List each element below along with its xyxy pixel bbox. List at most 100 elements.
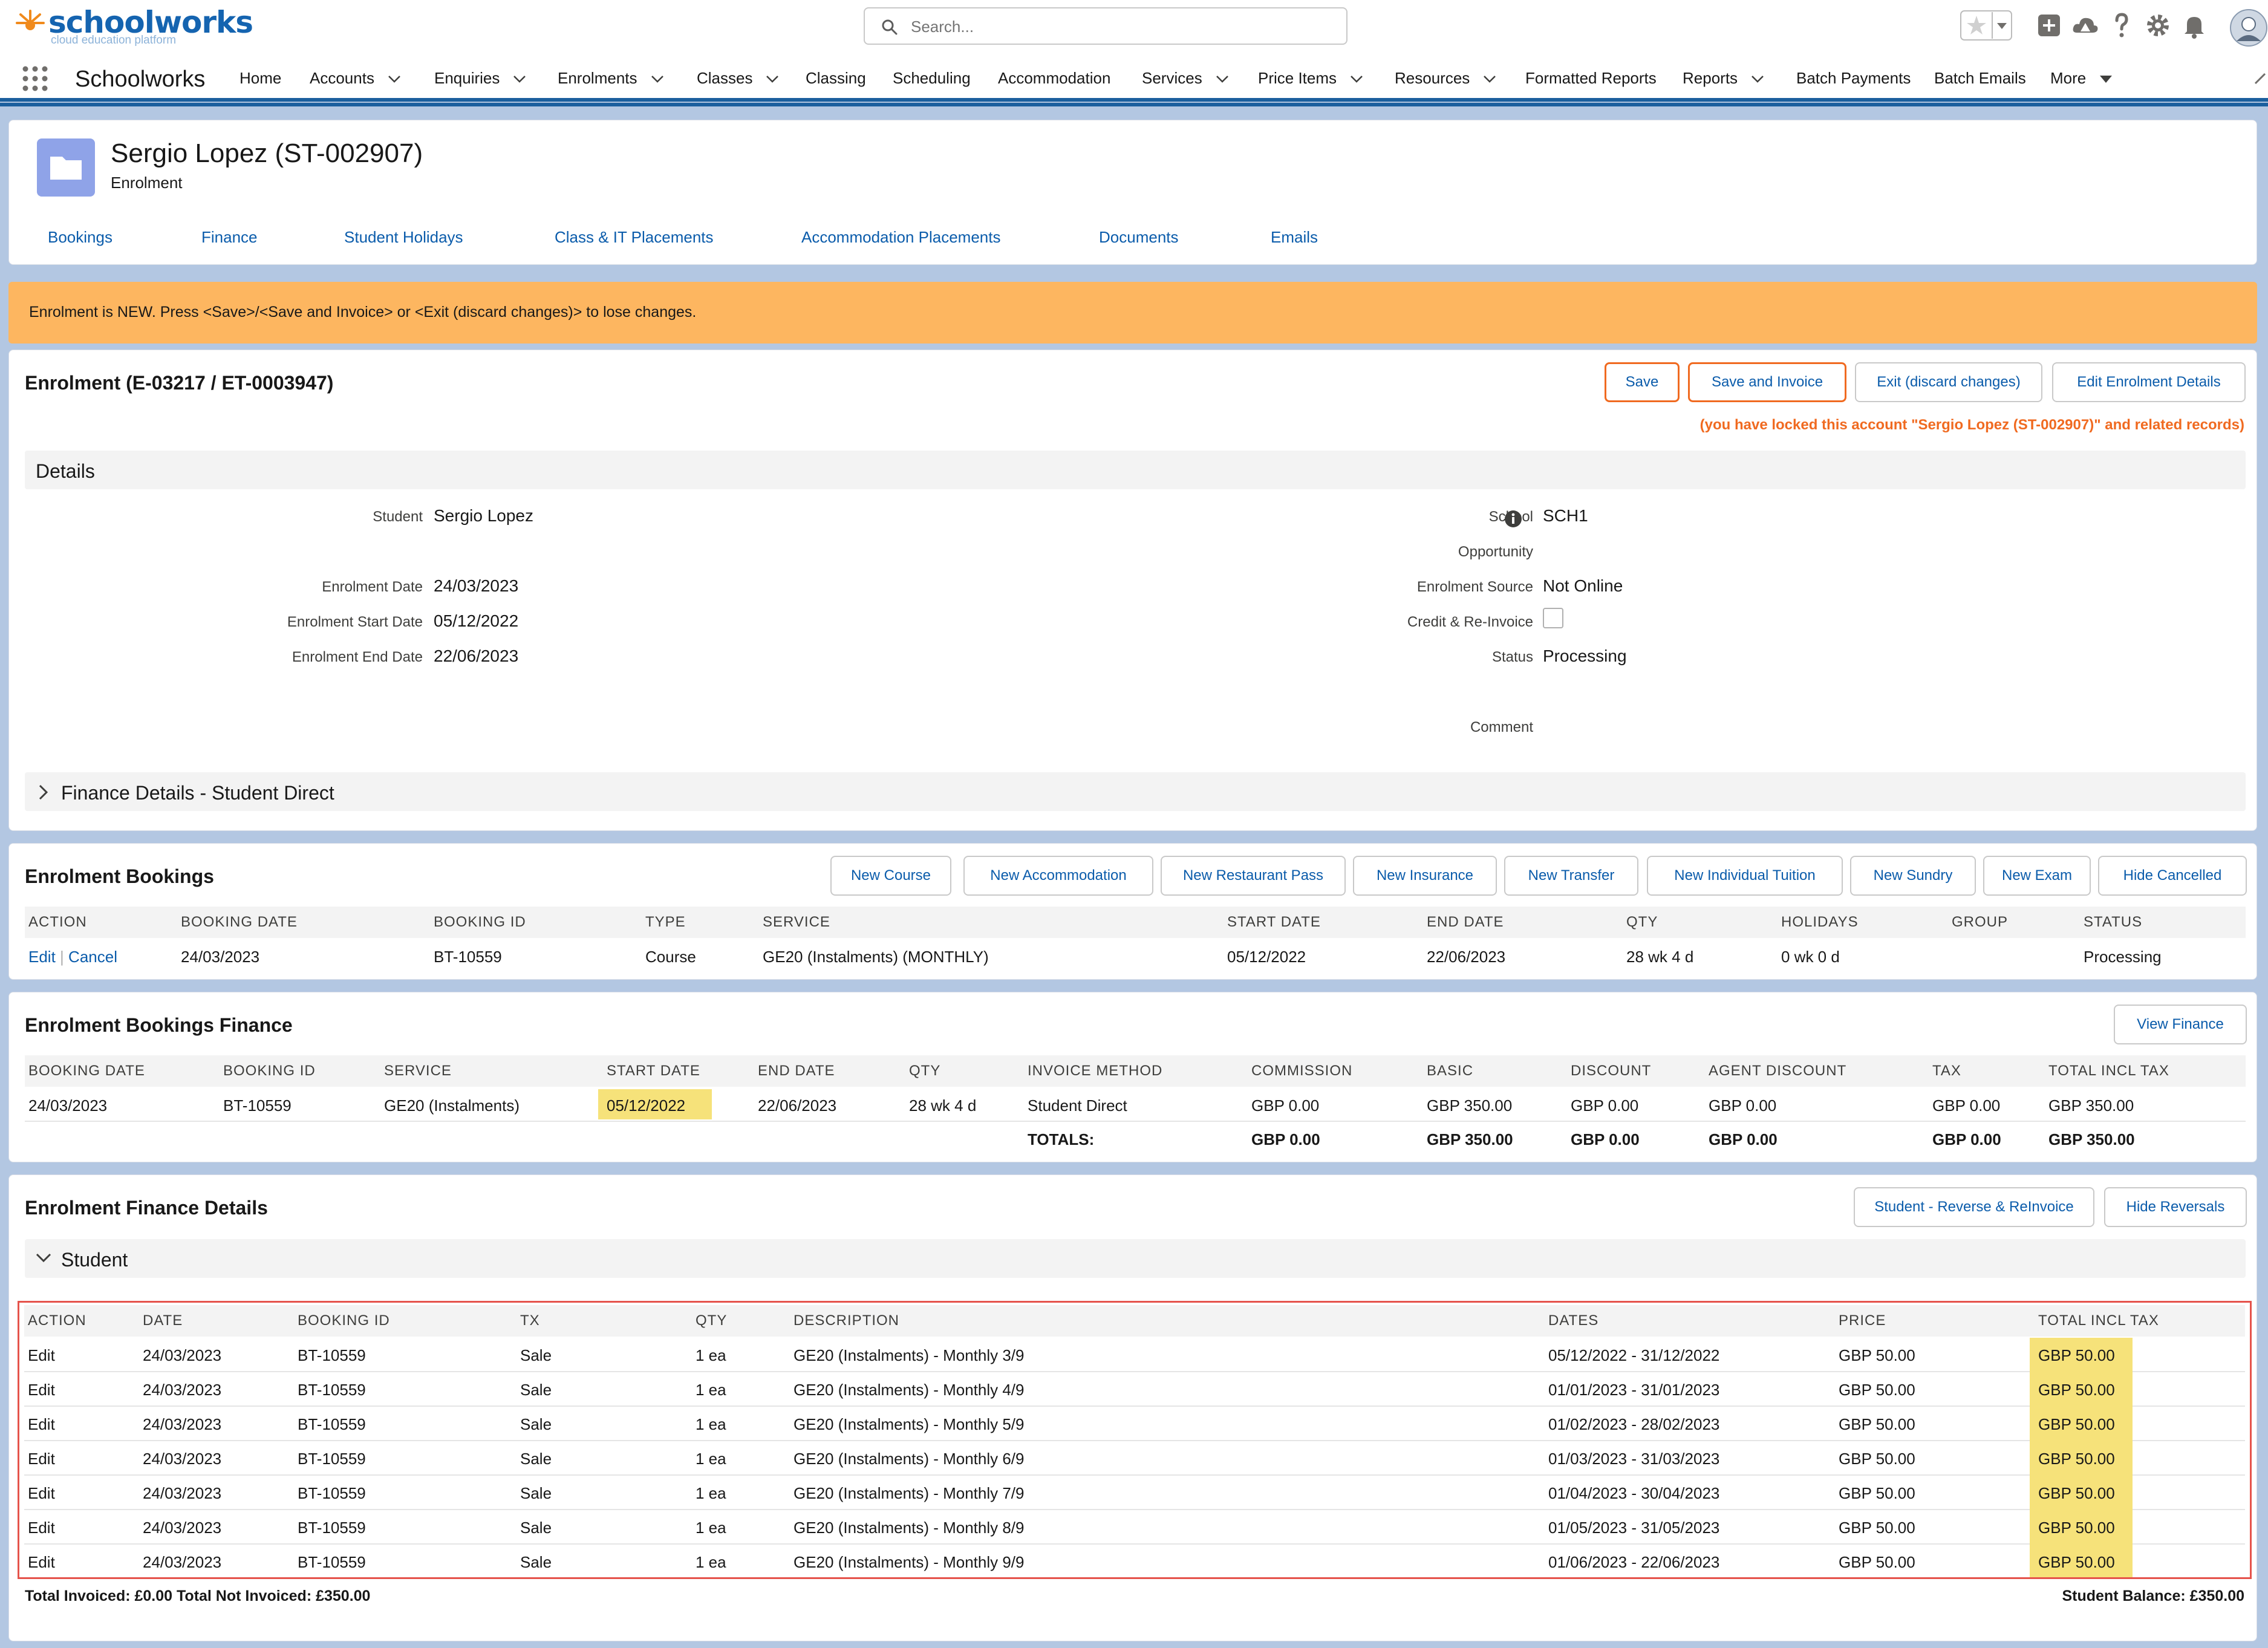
- info-icon[interactable]: [1504, 510, 1522, 528]
- nav-item-classing[interactable]: Classing: [806, 69, 866, 88]
- new-course-button[interactable]: New Course: [830, 856, 951, 896]
- new-individual-tuition-button[interactable]: New Individual Tuition: [1647, 856, 1843, 896]
- global-actions-button[interactable]: [2032, 8, 2066, 42]
- nav-item-classes[interactable]: Classes: [697, 69, 779, 88]
- new-accommodation-button[interactable]: New Accommodation: [963, 856, 1153, 896]
- new-restaurant-pass-button[interactable]: New Restaurant Pass: [1161, 856, 1346, 896]
- new-insurance-button[interactable]: New Insurance: [1353, 856, 1497, 896]
- chevron-down-icon[interactable]: [513, 75, 526, 83]
- caret-down-icon[interactable]: [2099, 75, 2113, 83]
- nav-item-resources[interactable]: Resources: [1395, 69, 1496, 88]
- nav-item-reports[interactable]: Reports: [1683, 69, 1764, 88]
- nav-item-enquiries[interactable]: Enquiries: [434, 69, 526, 88]
- exit-discard-button[interactable]: Exit (discard changes): [1855, 362, 2042, 402]
- edit-link[interactable]: Edit: [28, 1381, 55, 1399]
- chevron-down-icon[interactable]: [1350, 75, 1363, 83]
- chevron-right-icon[interactable]: [38, 784, 49, 800]
- tab-bookings[interactable]: Bookings: [48, 228, 112, 247]
- record-title: Sergio Lopez (ST-002907): [111, 138, 423, 168]
- tab-finance[interactable]: Finance: [201, 228, 258, 247]
- trailhead-button[interactable]: [2068, 8, 2102, 42]
- col-total-incl-tax: TOTAL INCL TAX: [2048, 1063, 2169, 1079]
- details-section-header[interactable]: Details: [25, 451, 2246, 489]
- setup-button[interactable]: [2141, 8, 2175, 42]
- logo[interactable]: schoolworks cloud education platform: [13, 5, 253, 47]
- hide-reversals-button[interactable]: Hide Reversals: [2104, 1187, 2247, 1227]
- finance-details-section-header[interactable]: Finance Details - Student Direct: [25, 772, 2246, 811]
- fin-discount: GBP 0.00: [1571, 1096, 1639, 1115]
- chevron-down-icon[interactable]: [1751, 75, 1764, 83]
- col-holidays: HOLIDAYS: [1781, 914, 1859, 930]
- favorites-button[interactable]: [1960, 8, 2014, 42]
- edit-link[interactable]: Edit: [28, 1484, 55, 1503]
- nav-item-services[interactable]: Services: [1142, 69, 1229, 88]
- save-button[interactable]: Save: [1605, 362, 1680, 402]
- chevron-down-icon[interactable]: [766, 75, 779, 83]
- app-launcher-icon[interactable]: [22, 65, 48, 92]
- tab-class-it-placements[interactable]: Class & IT Placements: [555, 228, 714, 247]
- hide-cancelled-button[interactable]: Hide Cancelled: [2098, 856, 2247, 896]
- fin-service-link[interactable]: GE20 (Instalments): [384, 1096, 520, 1115]
- cancel-link[interactable]: Cancel: [68, 948, 117, 966]
- nav-item-enrolments[interactable]: Enrolments: [558, 69, 664, 88]
- new-sundry-button[interactable]: New Sundry: [1850, 856, 1976, 896]
- student-section-header[interactable]: Student: [25, 1239, 2246, 1278]
- booking-service: GE20 (Instalments) (MONTHLY): [763, 948, 989, 966]
- tx-price: GBP 50.00: [1839, 1553, 1915, 1571]
- search-input[interactable]: [911, 15, 1334, 39]
- chevron-down-icon[interactable]: [1483, 75, 1496, 83]
- nav-item-more[interactable]: More: [2050, 69, 2113, 88]
- tab-emails[interactable]: Emails: [1271, 228, 1318, 247]
- chevron-down-icon[interactable]: [36, 1252, 51, 1263]
- tab-student-holidays[interactable]: Student Holidays: [344, 228, 463, 247]
- nav-item-home[interactable]: Home: [240, 69, 281, 88]
- nav-item-price-items[interactable]: Price Items: [1258, 69, 1363, 88]
- tx-date: 24/03/2023: [143, 1519, 222, 1537]
- tx-dates: 01/05/2023 - 31/05/2023: [1548, 1519, 1720, 1537]
- edit-enrolment-details-button[interactable]: Edit Enrolment Details: [2052, 362, 2246, 402]
- notifications-button[interactable]: [2177, 8, 2211, 42]
- tab-documents[interactable]: Documents: [1099, 228, 1179, 247]
- tx-description: GE20 (Instalments) - Monthly 3/9: [793, 1346, 1025, 1364]
- edit-link[interactable]: Edit: [28, 948, 56, 966]
- chevron-down-icon[interactable]: [1216, 75, 1229, 83]
- chevron-down-icon[interactable]: [388, 75, 401, 83]
- student-reverse-reinvoice-button[interactable]: Student - Reverse & ReInvoice: [1854, 1187, 2094, 1227]
- nav-item-accounts[interactable]: Accounts: [310, 69, 401, 88]
- nav-item-scheduling[interactable]: Scheduling: [893, 69, 971, 88]
- enrolment-start-date-label: Enrolment Start Date: [287, 614, 423, 630]
- tx-dates: 01/02/2023 - 28/02/2023: [1548, 1415, 1720, 1433]
- school-link[interactable]: SCH1: [1543, 506, 1588, 526]
- tab-accommodation-placements[interactable]: Accommodation Placements: [801, 228, 1000, 247]
- student-link[interactable]: Sergio Lopez: [434, 506, 533, 526]
- nav-item-batch-payments[interactable]: Batch Payments: [1796, 69, 1911, 88]
- booking-start-date: 05/12/2022: [1227, 948, 1306, 966]
- tx-type: Sale: [520, 1381, 552, 1399]
- new-transfer-button[interactable]: New Transfer: [1504, 856, 1638, 896]
- chevron-down-icon[interactable]: [651, 75, 664, 83]
- edit-link[interactable]: Edit: [28, 1346, 55, 1365]
- new-exam-button[interactable]: New Exam: [1983, 856, 2091, 896]
- user-avatar[interactable]: [2229, 8, 2267, 47]
- edit-link[interactable]: Edit: [28, 1450, 55, 1468]
- edit-link[interactable]: Edit: [28, 1519, 55, 1537]
- nav-item-formatted-reports[interactable]: Formatted Reports: [1525, 69, 1657, 88]
- view-finance-button[interactable]: View Finance: [2114, 1005, 2247, 1044]
- record-tabs: Bookings Finance Student Holidays Class …: [9, 228, 2258, 264]
- edit-link[interactable]: Edit: [28, 1553, 55, 1572]
- pencil-icon[interactable]: [2253, 71, 2267, 86]
- nav-item-batch-emails[interactable]: Batch Emails: [1934, 69, 2026, 88]
- credit-reinvoice-checkbox[interactable]: [1543, 608, 1563, 628]
- totals-tax: GBP 0.00: [1932, 1130, 2001, 1148]
- save-and-invoice-button[interactable]: Save and Invoice: [1688, 362, 1846, 402]
- tx-date: 24/03/2023: [143, 1450, 222, 1468]
- tx-booking-id: BT-10559: [298, 1381, 366, 1399]
- tx-dates: 05/12/2022 - 31/12/2022: [1548, 1346, 1720, 1364]
- totals-commission: GBP 0.00: [1251, 1130, 1320, 1148]
- global-search[interactable]: [864, 7, 1347, 45]
- nav-item-accommodation[interactable]: Accommodation: [998, 69, 1110, 88]
- avatar-icon: [2230, 9, 2267, 47]
- tx-date: 24/03/2023: [143, 1553, 222, 1571]
- edit-link[interactable]: Edit: [28, 1415, 55, 1434]
- help-button[interactable]: [2105, 8, 2139, 42]
